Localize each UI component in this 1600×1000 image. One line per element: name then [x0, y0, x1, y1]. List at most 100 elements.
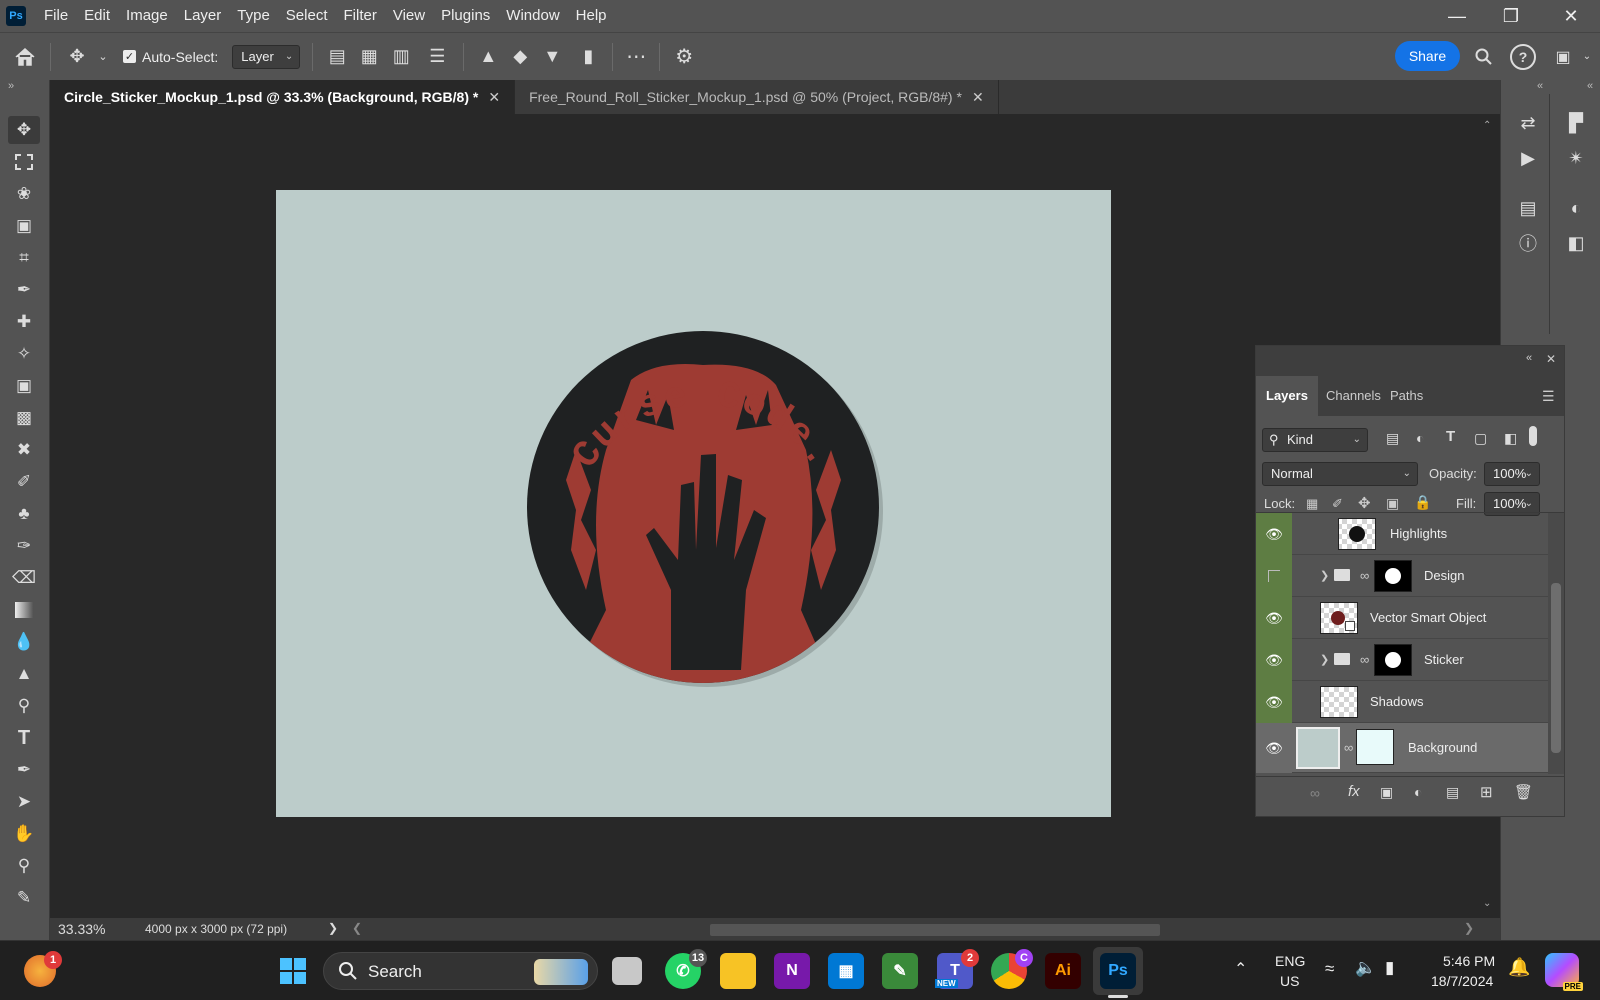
move-tool-icon[interactable]: ✥ [59, 46, 95, 67]
type-filter-icon[interactable]: T [1446, 428, 1455, 445]
add-mask-icon[interactable]: ▣ [1380, 784, 1393, 801]
collapse-icon[interactable]: « [1537, 80, 1543, 92]
adjustments-icon[interactable]: ◐ [1561, 193, 1591, 223]
restore-icon[interactable]: ❐ [1484, 0, 1538, 32]
pixel-filter-icon[interactable]: ▤ [1386, 430, 1399, 447]
filter-kind-dropdown[interactable]: ⚲ Kind ⌄ [1262, 428, 1368, 452]
tab-paths[interactable]: Paths [1380, 376, 1433, 416]
eye-icon[interactable]: 👁 [1256, 723, 1292, 773]
chevron-right-icon[interactable]: ❯ [1320, 555, 1329, 597]
search-icon[interactable] [1471, 44, 1497, 70]
spot-healing-tool-icon[interactable]: ✚ [8, 308, 40, 336]
align-top-icon[interactable]: ▲ [472, 46, 504, 67]
link-icon[interactable]: ∞ [1344, 723, 1353, 773]
document-canvas[interactable]: Curse Code. [276, 190, 1111, 817]
align-left-icon[interactable]: ▤ [321, 46, 353, 67]
eye-icon[interactable]: 👁 [1256, 513, 1292, 555]
layer-row-vector-smart-object[interactable]: 👁 Vector Smart Object [1256, 597, 1548, 639]
navigator-icon[interactable]: ✴ [1561, 143, 1591, 173]
clock-time[interactable]: 5:46 PM [1443, 953, 1495, 969]
distribute-vertical-icon[interactable]: ▮ [568, 46, 608, 67]
menu-edit[interactable]: Edit [76, 0, 118, 32]
new-layer-icon[interactable]: ⊞ [1480, 783, 1493, 801]
home-icon[interactable] [0, 47, 50, 67]
teams-icon[interactable]: T 2 NEW [935, 949, 979, 989]
info-icon[interactable]: ⓘ [1513, 228, 1543, 258]
lock-artboard-icon[interactable]: ▣ [1386, 495, 1399, 512]
dodge-tool-icon[interactable]: ⚲ [8, 692, 40, 720]
trash-icon[interactable]: 🗑 [1514, 783, 1533, 801]
collapse-icon[interactable]: « [1587, 80, 1593, 92]
task-view-icon[interactable] [612, 957, 642, 985]
patch-tool-icon[interactable]: ✖ [8, 436, 40, 464]
eyedropper-tool-icon[interactable]: ✒ [8, 276, 40, 304]
gradient-tool-icon[interactable] [8, 596, 40, 624]
link-layers-icon[interactable]: ∞ [1310, 785, 1320, 801]
distribute-icon[interactable]: ☰ [417, 46, 457, 67]
lock-all-icon[interactable]: 🔒 [1414, 494, 1431, 511]
fx-icon[interactable]: fx [1348, 783, 1360, 800]
layer-row-design[interactable]: ❯ ∞ Design [1256, 555, 1548, 597]
zoom-tool-icon[interactable]: ⚲ [8, 852, 40, 880]
libraries-icon[interactable]: ▤ [1513, 193, 1543, 223]
eye-icon[interactable]: 👁 [1256, 681, 1292, 723]
chevron-right-icon[interactable]: ❯ [1320, 639, 1329, 681]
menu-window[interactable]: Window [498, 0, 567, 32]
tab-layers[interactable]: Layers [1256, 376, 1318, 416]
language-indicator[interactable]: ENG [1275, 953, 1305, 969]
minimize-icon[interactable]: — [1430, 0, 1484, 32]
onenote-icon[interactable]: N [774, 953, 810, 989]
chevron-right-icon[interactable]: ❯ [328, 921, 338, 935]
eraser-tool-icon[interactable]: ⌫ [8, 564, 40, 592]
auto-select-target-dropdown[interactable]: Layer ⌄ [232, 44, 301, 69]
type-tool-icon[interactable]: T [8, 724, 40, 752]
gear-icon[interactable]: ⚙ [660, 44, 708, 69]
blur-tool-icon[interactable]: 💧 [8, 628, 40, 656]
close-icon[interactable]: ✕ [972, 89, 984, 106]
chevron-left-icon[interactable]: ❮ [352, 921, 362, 935]
edit-toolbar-icon[interactable]: ✎ [8, 884, 40, 912]
eye-icon[interactable]: 👁 [1256, 639, 1292, 681]
illustrator-icon[interactable]: Ai [1045, 953, 1081, 989]
horizontal-scroll-thumb[interactable] [710, 924, 1160, 936]
object-selection-tool-icon[interactable]: ▣ [8, 212, 40, 240]
windows-start-icon[interactable] [275, 953, 311, 989]
keyboard-layout[interactable]: US [1280, 973, 1299, 989]
history-brush-icon[interactable]: ✑ [8, 532, 40, 560]
lock-position-icon[interactable]: ✥ [1358, 494, 1371, 512]
collapse-icon[interactable]: « [1526, 352, 1532, 364]
close-icon[interactable]: ✕ [1544, 0, 1598, 32]
path-selection-icon[interactable]: ➤ [8, 788, 40, 816]
pen-tool-icon[interactable]: ✒ [8, 756, 40, 784]
menu-file[interactable]: File [36, 0, 76, 32]
panel-menu-icon[interactable]: ☰ [1542, 388, 1555, 405]
chevron-down-icon[interactable]: ⌄ [1483, 898, 1491, 909]
menu-plugins[interactable]: Plugins [433, 0, 498, 32]
chevron-down-icon[interactable]: ⌄ [1580, 48, 1594, 64]
smart-object-filter-icon[interactable]: ◧ [1504, 430, 1517, 447]
layer-row-shadows[interactable]: 👁 Shadows [1256, 681, 1548, 723]
notification-bell-icon[interactable]: 🔔 [1508, 957, 1530, 978]
scroll-thumb[interactable] [1551, 583, 1561, 753]
menu-type[interactable]: Type [229, 0, 278, 32]
app-icon[interactable]: ✎ [882, 953, 918, 989]
shape-filter-icon[interactable]: ▢ [1474, 430, 1487, 447]
sharpen-tool-icon[interactable]: ▲ [8, 660, 40, 688]
remove-tool-icon[interactable]: ✧ [8, 340, 40, 368]
marquee-tool-icon[interactable] [8, 148, 40, 176]
layer-list-scrollbar[interactable] [1548, 513, 1564, 774]
histogram-icon[interactable]: ▛ [1561, 108, 1591, 138]
battery-icon[interactable]: ▮ [1385, 958, 1394, 978]
chrome-icon[interactable]: C [991, 949, 1033, 989]
history-icon[interactable]: ⇄ [1513, 108, 1543, 138]
more-options-icon[interactable]: ⋯ [613, 44, 659, 69]
widgets-icon[interactable]: 1 [24, 951, 62, 987]
taskbar-search[interactable]: Search [323, 952, 598, 990]
opacity-input[interactable]: 100% ⌄ [1484, 462, 1540, 486]
chevron-up-icon[interactable]: ⌃ [1234, 959, 1247, 979]
lasso-tool-icon[interactable]: ❀ [8, 180, 40, 208]
layer-row-background[interactable]: 👁 ∞ Background [1256, 723, 1548, 773]
move-tool-icon[interactable]: ✥ [8, 116, 40, 144]
clock-date[interactable]: 18/7/2024 [1431, 973, 1493, 989]
adjustment-filter-icon[interactable]: ◐ [1416, 430, 1424, 446]
